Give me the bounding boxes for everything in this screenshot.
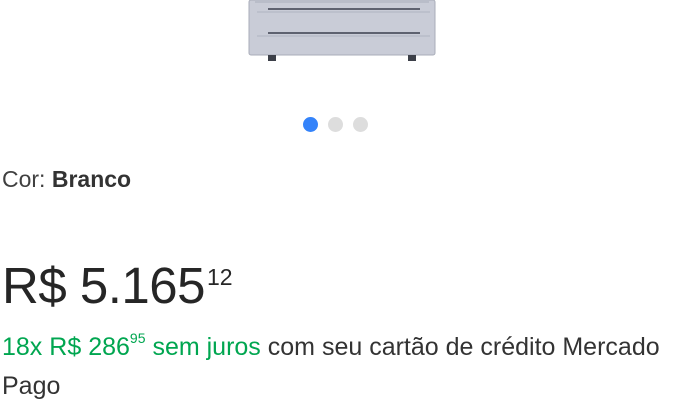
color-value: Branco — [51, 166, 132, 192]
price-amount: R$ 5.165 — [2, 256, 206, 316]
image-carousel-indicator — [303, 117, 368, 132]
carousel-dot-3[interactable] — [353, 117, 368, 132]
installments-integer: 286 — [88, 333, 130, 361]
interest-free-label: sem juros — [152, 333, 261, 361]
price-cents: 12 — [207, 264, 233, 290]
price-integer: 5.165 — [79, 257, 206, 314]
installments-info: 18x R$ 28695 sem juros com seu cartão de… — [2, 328, 692, 406]
installments-currency: R$ — [49, 333, 82, 361]
product-image-drawing — [248, 0, 436, 61]
installments-count: 18x — [2, 333, 43, 361]
color-label: Cor: — [2, 166, 46, 192]
installments-offer: 18x R$ 28695 sem juros — [2, 329, 261, 361]
color-selection: Cor: Branco — [2, 166, 131, 193]
price-currency: R$ — [2, 257, 67, 314]
product-image[interactable] — [0, 0, 700, 70]
installments-cents: 95 — [129, 329, 146, 346]
carousel-dot-2[interactable] — [328, 117, 343, 132]
carousel-dot-1[interactable] — [303, 117, 318, 132]
product-price: R$ 5.165 12 — [2, 256, 233, 316]
